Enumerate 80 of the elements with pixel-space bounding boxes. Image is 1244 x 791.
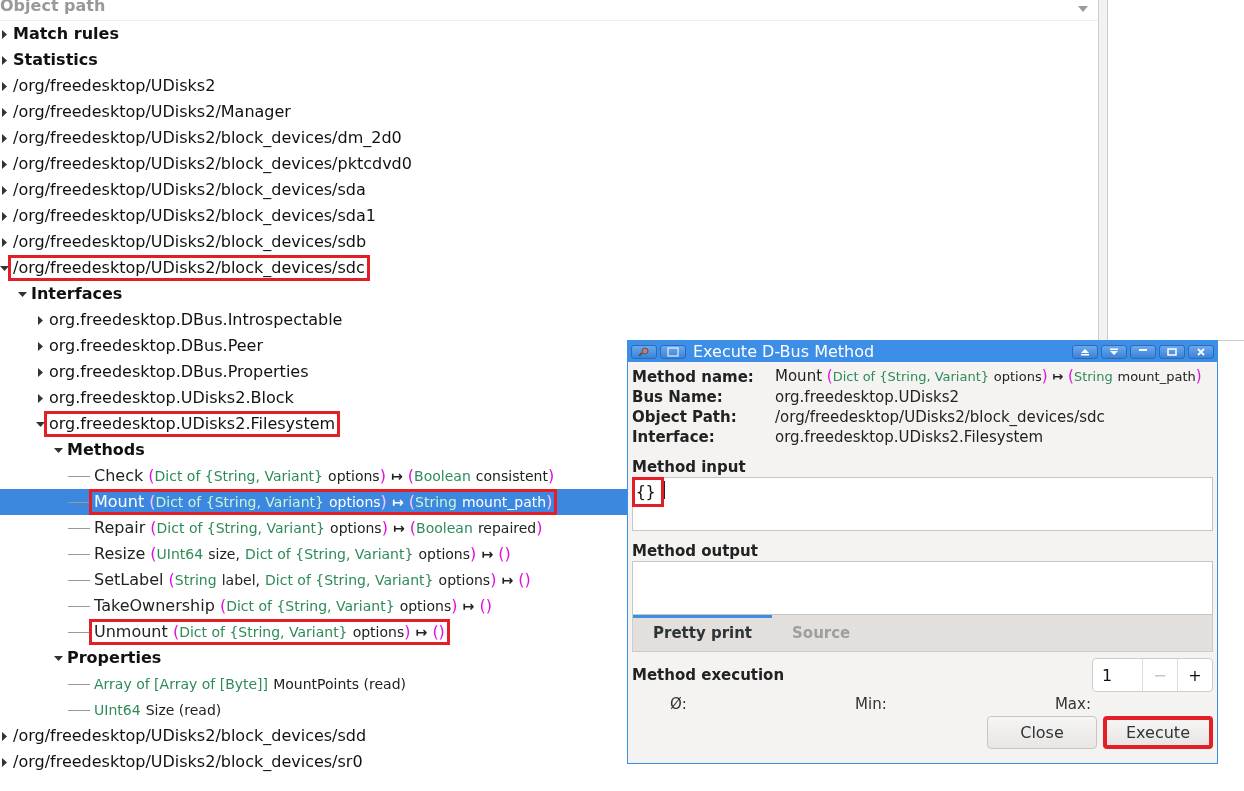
window-title: Execute D-Bus Method — [693, 342, 875, 361]
tree-item[interactable]: Resize (UInt64 size, Dict of {String, Variant} options) ↦ () — [89, 541, 516, 567]
field-label: Interface: — [632, 427, 716, 447]
stat-label: Min: — [855, 694, 887, 714]
tree-item[interactable]: /org/freedesktop/UDisks2/block_devices/sdc — [8, 255, 370, 281]
shade-up-icon[interactable] — [1072, 344, 1098, 359]
expand-arrow-icon[interactable] — [0, 159, 9, 169]
tree-item[interactable]: /org/freedesktop/UDisks2 — [8, 73, 221, 99]
minimize-icon[interactable] — [1130, 344, 1156, 359]
expand-arrow-icon[interactable] — [0, 185, 9, 195]
expand-arrow-icon[interactable] — [0, 237, 9, 247]
tree-item[interactable]: /org/freedesktop/UDisks2/block_devices/sdb — [8, 229, 372, 255]
section-label: Method input — [632, 457, 747, 477]
dialog-button[interactable]: Close — [987, 716, 1097, 749]
stat-label: Ø: — [670, 694, 687, 714]
expand-arrow-icon[interactable] — [36, 315, 45, 325]
input-field[interactable]: {} — [632, 477, 1213, 531]
input-text: {} — [632, 477, 665, 507]
expand-arrow-icon[interactable] — [0, 757, 9, 767]
dialog-button[interactable]: Execute — [1103, 716, 1213, 749]
tree-item[interactable]: Match rules — [8, 21, 124, 47]
tree-item[interactable]: Mount (Dict of {String, Variant} options) ↦ (String mount_path) — [89, 489, 558, 515]
expand-arrow-icon[interactable] — [0, 81, 9, 91]
expand-arrow-icon[interactable] — [0, 107, 9, 117]
tree-item[interactable]: org.freedesktop.DBus.Peer — [44, 333, 268, 359]
tree-item[interactable]: /org/freedesktop/UDisks2/block_devices/sda1 — [8, 203, 381, 229]
collapse-arrow-icon[interactable] — [18, 289, 27, 299]
tree-item[interactable]: Repair (Dict of {String, Variant} options) ↦ (Boolean repaired) — [89, 515, 548, 541]
field-value: Mount (Dict of {String, Variant} options) ↦ (String mount_path) — [775, 366, 1203, 387]
field-value: org.freedesktop.UDisks2.Filesystem — [775, 427, 1045, 447]
tree-item[interactable]: /org/freedesktop/UDisks2/block_devices/sr0 — [8, 749, 368, 775]
section-label: Method output — [632, 541, 759, 561]
spin-value: 1 — [1101, 664, 1114, 687]
expand-arrow-icon[interactable] — [36, 367, 45, 377]
field-label: Bus Name: — [632, 387, 724, 407]
increment-button[interactable]: + — [1177, 659, 1212, 691]
field-label: Object Path: — [632, 407, 738, 427]
window-menu-icon[interactable] — [660, 344, 686, 359]
output-field[interactable] — [632, 561, 1213, 615]
tree-item[interactable]: Methods — [62, 437, 150, 463]
tree-item[interactable]: /org/freedesktop/UDisks2/Manager — [8, 99, 296, 125]
tree-item[interactable]: TakeOwnership (Dict of {String, Variant} options) ↦ () — [89, 593, 497, 619]
tree-item[interactable]: Unmount (Dict of {String, Variant} options) ↦ () — [89, 619, 450, 645]
stat-label: Max: — [1054, 694, 1091, 714]
tree-item[interactable]: org.freedesktop.DBus.Properties — [44, 359, 314, 385]
spin-box[interactable]: 1 − + — [1092, 658, 1213, 692]
expand-arrow-icon[interactable] — [36, 393, 45, 403]
expand-arrow-icon[interactable] — [0, 133, 9, 143]
tree-item[interactable]: /org/freedesktop/UDisks2/block_devices/sdd — [8, 723, 372, 749]
tree-item[interactable]: Check (Dict of {String, Variant} options) ↦ (Boolean consistent) — [89, 463, 560, 489]
tree-item[interactable]: /org/freedesktop/UDisks2/block_devices/dm_2d0 — [8, 125, 407, 151]
collapse-arrow-icon[interactable] — [54, 653, 63, 663]
maximize-icon[interactable] — [1159, 344, 1185, 359]
expand-arrow-icon[interactable] — [0, 211, 9, 221]
tree-item[interactable]: Interfaces — [26, 281, 128, 307]
tree-item[interactable]: org.freedesktop.UDisks2.Filesystem — [44, 411, 341, 437]
close-icon[interactable] — [1188, 344, 1214, 359]
tree-item[interactable]: Array of [Array of [Byte]] MountPoints (read) — [89, 671, 411, 697]
expand-arrow-icon[interactable] — [0, 29, 9, 39]
section-label: Method execution — [632, 665, 785, 685]
expand-arrow-icon[interactable] — [0, 55, 9, 65]
collapse-arrow-icon[interactable] — [54, 445, 63, 455]
tree-item[interactable]: /org/freedesktop/UDisks2/block_devices/pktcdvd0 — [8, 151, 417, 177]
tree-item[interactable]: SetLabel (String label, Dict of {String, Variant} options) ↦ () — [89, 567, 536, 593]
field-value: org.freedesktop.UDisks2 — [775, 387, 961, 407]
tree-item[interactable]: org.freedesktop.DBus.Introspectable — [44, 307, 348, 333]
expand-arrow-icon[interactable] — [36, 341, 45, 351]
field-value: /org/freedesktop/UDisks2/block_devices/sdc — [775, 407, 1106, 427]
tree-item[interactable]: org.freedesktop.UDisks2.Block — [44, 385, 299, 411]
shade-down-icon[interactable] — [1101, 344, 1127, 359]
tree-item[interactable]: /org/freedesktop/UDisks2/block_devices/sda — [8, 177, 371, 203]
collapse-arrow-icon[interactable] — [0, 263, 9, 273]
tab[interactable]: Pretty print — [633, 615, 773, 651]
collapse-arrow-icon[interactable] — [36, 419, 45, 429]
tree-item[interactable]: UInt64 Size (read) — [89, 697, 227, 723]
expand-arrow-icon[interactable] — [0, 731, 9, 741]
field-label: Method name: — [632, 366, 755, 387]
tree-item[interactable]: Statistics — [8, 47, 103, 73]
dropdown-arrow-icon[interactable] — [1078, 6, 1088, 12]
tree-item[interactable]: Properties — [62, 645, 167, 671]
